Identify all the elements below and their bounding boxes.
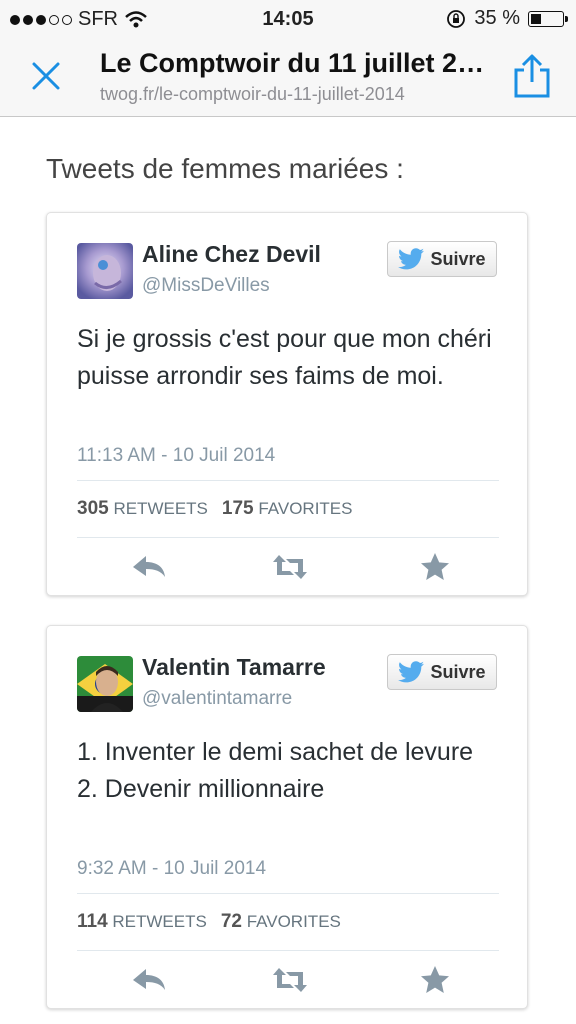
retweet-icon [273,555,307,579]
twitter-bird-icon [398,248,425,270]
favorite-count[interactable]: 175 FAVORITES [222,498,353,520]
orientation-lock-icon [447,9,466,28]
follow-button[interactable]: Suivre [387,654,497,690]
tweet-timestamp[interactable]: 9:32 AM - 10 Juil 2014 [77,858,266,880]
page-url[interactable]: twog.fr/le-comptwoir-du-11-juillet-2014 [100,84,490,105]
favorite-count[interactable]: 72 FAVORITES [221,911,341,933]
author-name[interactable]: Valentin Tamarre [142,654,326,681]
share-icon [514,54,550,98]
page-title: Le Comptwoir du 11 juillet 2014 [100,48,490,78]
author-handle[interactable]: @valentintamarre [142,688,292,710]
tweet-text-line: 2. Devenir millionnaire [77,775,325,803]
follow-button[interactable]: Suivre [387,241,497,277]
status-bar: SFR 14:05 35 % [0,0,576,38]
share-button[interactable] [512,52,552,100]
tweet-timestamp[interactable]: 11:13 AM - 10 Juil 2014 [77,445,275,467]
follow-label: Suivre [430,248,486,269]
battery-percent: 35 % [474,7,520,29]
avatar[interactable] [77,656,133,712]
tweet-actions [77,551,499,591]
tweet-card: Aline Chez Devil @MissDeVilles Suivre Si… [46,212,528,596]
status-right: 35 % [446,7,568,30]
tweet-stats: 305 RETWEETS 175 FAVORITES [77,480,499,538]
article-heading: Tweets de femmes mariées : [46,153,404,184]
retweet-button[interactable] [271,964,311,1000]
browser-nav-bar: Le Comptwoir du 11 juillet 2014 twog.fr/… [0,38,576,117]
star-icon [421,553,449,580]
favorite-button[interactable] [419,551,459,587]
close-button[interactable] [28,58,64,94]
tweet-actions [77,964,499,1004]
star-icon [421,966,449,993]
tweet-text: 1. Inventer le demi sachet de levure 2. … [77,734,507,808]
author-handle[interactable]: @MissDeVilles [142,275,270,297]
retweet-icon [273,968,307,992]
reply-button[interactable] [131,551,171,587]
retweet-count[interactable]: 305 RETWEETS [77,498,208,520]
avatar[interactable] [77,243,133,299]
author-name[interactable]: Aline Chez Devil [142,241,321,268]
twitter-bird-icon [398,661,425,683]
retweet-count[interactable]: 114 RETWEETS [77,911,207,933]
close-icon [32,62,60,90]
follow-label: Suivre [430,661,486,682]
favorite-button[interactable] [419,964,459,1000]
tweet-text: Si je grossis c'est pour que mon chéri p… [77,325,492,390]
reply-icon [133,556,165,577]
reply-icon [133,969,165,990]
battery-icon [528,10,568,27]
retweet-button[interactable] [271,551,311,587]
tweet-text-line: 1. Inventer le demi sachet de levure [77,738,474,766]
tweet-stats: 114 RETWEETS 72 FAVORITES [77,893,499,951]
reply-button[interactable] [131,964,171,1000]
tweet-card: Valentin Tamarre @valentintamarre Suivre… [46,625,528,1009]
